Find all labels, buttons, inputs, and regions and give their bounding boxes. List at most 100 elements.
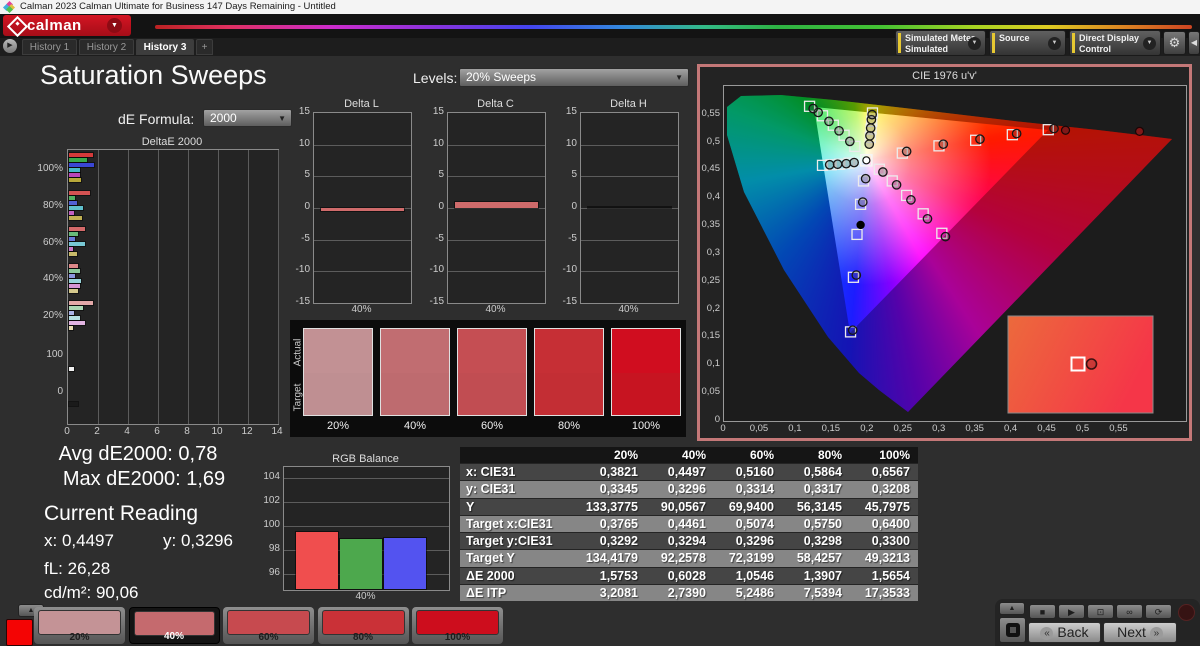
deltae-plot bbox=[67, 149, 279, 425]
de-bar bbox=[69, 242, 85, 246]
play-icon[interactable]: ▶ bbox=[1058, 604, 1085, 619]
collapse-panel-icon[interactable]: ◀ bbox=[1188, 31, 1200, 55]
table-cell: 133,3775 bbox=[578, 499, 646, 515]
measured-marker bbox=[879, 168, 887, 176]
chevron-down-icon[interactable]: ▼ bbox=[968, 37, 981, 50]
stop-icon[interactable]: ■ bbox=[1029, 604, 1056, 619]
y-tick-label: 5 bbox=[426, 169, 444, 180]
actual-swatch bbox=[535, 329, 603, 373]
patch-button-20%[interactable]: 20% bbox=[34, 607, 125, 644]
cie-zoom-inset bbox=[1008, 316, 1153, 413]
cie-y-tick-label: 0,05 bbox=[700, 386, 720, 397]
patch-button-80%[interactable]: 80% bbox=[318, 607, 409, 644]
table-header-cell: 80% bbox=[782, 447, 850, 463]
measured-marker bbox=[859, 198, 867, 206]
meter-dropdown-label: Simulated Meter Simulated bbox=[905, 33, 975, 54]
target-marker bbox=[852, 229, 862, 239]
gridline bbox=[314, 271, 411, 272]
table-cell: 58,4257 bbox=[782, 550, 850, 566]
page-title: Saturation Sweeps bbox=[40, 60, 267, 91]
meter-dropdown[interactable]: Simulated Meter Simulated ▼ bbox=[895, 30, 986, 56]
pattern-icon[interactable]: ⊡ bbox=[1087, 604, 1114, 619]
table-row: ΔE ITP3,20812,73905,24867,539417,3533 bbox=[460, 584, 918, 601]
measured-marker bbox=[825, 161, 833, 169]
measured-marker-black bbox=[856, 221, 864, 229]
table-cell: 49,3213 bbox=[850, 550, 918, 566]
delta-l-chart: Delta L 151050-5-10-1540% bbox=[292, 98, 417, 313]
measured-marker bbox=[892, 181, 900, 189]
tab-history-3[interactable]: History 3 bbox=[136, 39, 194, 55]
gridline bbox=[218, 150, 219, 424]
chevron-down-icon[interactable]: ▼ bbox=[1048, 37, 1061, 50]
measured-marker bbox=[907, 196, 915, 204]
display-control-dropdown[interactable]: Direct Display Control ▼ bbox=[1069, 30, 1161, 56]
meter-status-bar bbox=[898, 33, 901, 53]
actual-swatch bbox=[458, 329, 526, 373]
measured-marker bbox=[846, 137, 854, 145]
measured-marker bbox=[939, 140, 947, 148]
tab-add-button[interactable]: + bbox=[196, 39, 213, 55]
back-button[interactable]: « Back bbox=[1028, 622, 1101, 643]
table-cell: 0,3314 bbox=[714, 481, 782, 497]
source-dropdown-label: Source bbox=[999, 33, 1030, 44]
table-row-label: y: CIE31 bbox=[460, 481, 578, 497]
de-bar bbox=[69, 227, 85, 231]
swatch-label: 60% bbox=[457, 420, 527, 432]
de-formula-dropdown[interactable]: 2000 ▼ bbox=[203, 109, 292, 127]
tab-history-2[interactable]: History 2 bbox=[79, 39, 134, 55]
gridline bbox=[448, 176, 545, 177]
white-point-measured bbox=[863, 157, 870, 164]
deltae2000-chart-title: DeltaE 2000 bbox=[67, 136, 277, 148]
gridline bbox=[158, 150, 159, 424]
delta-bar bbox=[321, 208, 404, 211]
workflow-menu-icon[interactable]: ▶ bbox=[3, 39, 17, 53]
patch-button-60%[interactable]: 60% bbox=[223, 607, 314, 644]
measured-marker bbox=[1050, 124, 1058, 132]
cie-x-tick-label: 0,35 bbox=[963, 423, 987, 434]
stop-pattern-button[interactable] bbox=[999, 617, 1026, 643]
cie-y-tick-label: 0,35 bbox=[700, 219, 720, 230]
gridline bbox=[314, 145, 411, 146]
calman-logo-button[interactable]: calman ▼ bbox=[3, 15, 131, 36]
actual-target-swatches: ActualTarget20%40%60%80%100% bbox=[290, 320, 686, 437]
cie-y-tick-label: 0,55 bbox=[700, 108, 720, 119]
table-row: y: CIE310,33450,32960,33140,33170,3208 bbox=[460, 480, 918, 497]
scroll-up-icon[interactable]: ▲ bbox=[999, 602, 1025, 615]
table-cell: 1,3907 bbox=[782, 568, 850, 584]
continuous-icon[interactable]: ∞ bbox=[1116, 604, 1143, 619]
de-bar bbox=[69, 284, 80, 288]
avg-de2000-stat: Avg dE2000: 0,78 bbox=[38, 443, 238, 466]
gridline bbox=[581, 240, 678, 241]
y-tick-label: 15 bbox=[292, 106, 310, 117]
actual-row-label: Actual bbox=[293, 336, 304, 370]
source-dropdown[interactable]: Source ▼ bbox=[989, 30, 1066, 56]
y-tick-label: 0 bbox=[426, 201, 444, 212]
de-bar bbox=[69, 269, 80, 273]
next-button[interactable]: Next » bbox=[1103, 622, 1177, 643]
settings-gear-icon[interactable]: ⚙ bbox=[1163, 31, 1186, 55]
tab-history-1[interactable]: History 1 bbox=[22, 39, 77, 55]
cie-y-tick-label: 0,15 bbox=[700, 330, 720, 341]
table-cell: 0,4497 bbox=[646, 464, 714, 480]
y-tick-label: -15 bbox=[292, 296, 310, 307]
cie-x-tick-label: 0,05 bbox=[747, 423, 771, 434]
refresh-icon[interactable]: ⟳ bbox=[1145, 604, 1172, 619]
de-formula-dropdown-value: 2000 bbox=[210, 111, 237, 125]
de-bar bbox=[69, 274, 75, 278]
gridline bbox=[284, 478, 449, 479]
table-row-label: ΔE ITP bbox=[460, 585, 578, 601]
logo-menu-chevron-icon[interactable]: ▼ bbox=[107, 18, 122, 33]
levels-dropdown[interactable]: 20% Sweeps ▼ bbox=[459, 68, 689, 87]
table-cell: 72,3199 bbox=[714, 550, 782, 566]
de-bar bbox=[69, 402, 78, 406]
cie-y-tick-label: 0,1 bbox=[700, 358, 720, 369]
patch-color-preview[interactable] bbox=[6, 619, 33, 646]
cie-y-tick-label: 0,25 bbox=[700, 275, 720, 286]
delta-h-chart-title: Delta H bbox=[580, 98, 677, 110]
table-cell: 0,5074 bbox=[714, 516, 782, 532]
chevron-down-icon[interactable]: ▼ bbox=[1143, 37, 1156, 50]
patch-button-100%[interactable]: 100% bbox=[412, 607, 503, 644]
gridline bbox=[314, 176, 411, 177]
patch-button-40%[interactable]: 40% bbox=[129, 607, 220, 644]
x-tick-label: 14 bbox=[269, 426, 285, 437]
